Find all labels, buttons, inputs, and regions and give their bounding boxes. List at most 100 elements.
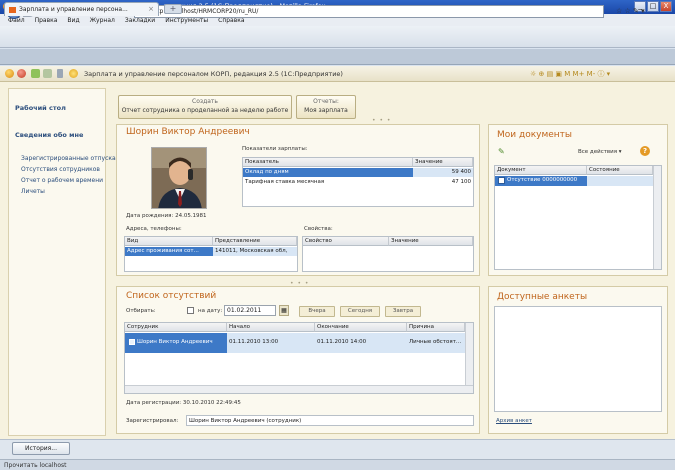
absence-row-reason[interactable]: Личные обстоят... [407,333,465,353]
app-title: Зарплата и управление персоналом КОРП, р… [84,70,343,78]
my-salary-button[interactable]: Моя зарплата [297,107,355,114]
document-row-state[interactable] [587,176,653,186]
navigation-bar [0,26,675,48]
addresses-label: Адреса, телефоны: [126,226,182,232]
salary-col-value[interactable]: Значение [413,158,473,167]
tab-label: Зарплата и управление персона... [19,6,128,13]
properties-table: Свойство Значение [302,236,474,272]
address-row-value[interactable]: 141011, Московская обл, [213,247,297,256]
address-row-kind[interactable]: Адрес проживания сот... [125,247,213,256]
documents-title: Мои документы [497,130,573,140]
menu-view[interactable]: Вид [67,17,79,24]
menu-history[interactable]: Журнал [90,17,115,24]
sidebar-item-vacations[interactable]: Зарегистрированные отпуска [21,155,116,162]
tab-favicon-icon [9,7,16,13]
registered-by-field[interactable]: Шорин Виктор Андреевич (сотрудник) [186,415,474,426]
documents-actions-menu[interactable]: Все действия ▾ [578,149,622,155]
salary-row-value[interactable]: 47 100 [413,178,473,187]
splitter-dots[interactable]: • • • [372,117,391,124]
addresses-table: Вид Представление Адрес проживания сот..… [124,236,298,272]
sidebar-item-payslips[interactable]: Личеты [21,188,45,195]
url-field[interactable]: http://localhost/HRMCORP20/ru_RU/ [134,5,604,18]
address-col-value[interactable]: Представление [213,237,297,246]
row-icon [129,339,135,345]
documents-table: Документ Состояние Отсутствие 0000000000 [494,165,662,270]
app-menu-icon[interactable] [17,69,26,78]
salary-label: Показатели зарплаты: [242,146,308,152]
polls-title: Доступные анкеты [497,292,588,302]
app-right-icons[interactable]: ☼ ⊕ ▤ ▣ M M+ M- ⓘ ▾ [530,69,610,79]
new-tab-button[interactable]: + [164,4,182,14]
reports-group: Отчеты: Моя зарплата [296,95,356,119]
sidebar: Рабочий стол Сведения обо мне Зарегистри… [8,88,116,436]
close-window-button[interactable]: X [660,1,672,12]
absences-hscrollbar[interactable] [125,385,473,393]
birth-date: Дата рождения: 24.05.1981 [126,213,207,219]
polls-list [494,306,662,412]
app-forward-icon[interactable] [43,69,52,78]
tab-bar [0,49,675,65]
absences-table: Сотрудник Начало Окончание Причина Шорин… [124,322,474,394]
app-toolbar: Зарплата и управление персоналом КОРП, р… [0,66,675,82]
salary-row-value[interactable]: 59 400 [413,168,473,177]
documents-col-doc[interactable]: Документ [495,166,587,175]
maximize-button[interactable]: □ [647,1,659,12]
status-text: Прочитать localhost [4,462,67,469]
tomorrow-button[interactable]: Завтра [385,306,421,317]
person-photo-icon [152,148,206,208]
property-col-value[interactable]: Значение [389,237,473,246]
salary-row-name[interactable]: Оклад по дням [243,168,413,177]
today-button[interactable]: Сегодня [340,306,380,317]
tab-close-icon[interactable]: × [148,5,154,13]
salary-col-name[interactable]: Показатель [243,158,413,167]
registered-by-label: Зарегистрировал: [126,418,179,424]
registration-date: Дата регистрации: 30.10.2010 22:49:45 [126,400,241,406]
app-logo-icon [5,69,14,78]
absences-col-start[interactable]: Начало [227,323,315,332]
absences-col-reason[interactable]: Причина [407,323,465,332]
polls-archive-link[interactable]: Архив анкет [496,418,532,424]
address-col-kind[interactable]: Вид [125,237,213,246]
browser-tab[interactable]: Зарплата и управление персона... × [4,2,159,16]
status-bar: Прочитать localhost [0,459,675,470]
salary-table: Показатель Значение Оклад по дням 59 400… [242,157,474,207]
yesterday-button[interactable]: Вчера [299,306,335,317]
documents-col-state[interactable]: Состояние [587,166,653,175]
filter-label: Отбирать: [126,308,156,314]
date-input[interactable]: 01.02.2011 [224,305,276,316]
help-icon[interactable]: ? [640,146,650,156]
weekly-report-button[interactable]: Отчет сотрудника о проделанной за неделю… [119,107,291,114]
create-label: Создать [192,98,218,105]
bottom-bar [0,439,675,459]
sidebar-desktop[interactable]: Рабочий стол [15,104,66,112]
date-filter-checkbox[interactable] [187,307,194,314]
absences-col-employee[interactable]: Сотрудник [125,323,227,332]
sidebar-item-absences[interactable]: Отсутствия сотрудников [21,166,100,173]
property-col-name[interactable]: Свойство [303,237,389,246]
employee-photo [151,147,207,209]
absence-row-start[interactable]: 01.11.2010 13:00 [227,333,315,353]
sidebar-section-about-me[interactable]: Сведения обо мне [15,131,83,139]
absences-title: Список отсутствий [126,291,217,301]
salary-row-name[interactable]: Тарифная ставка месячная [243,178,413,187]
properties-label: Свойства: [304,226,333,232]
date-label: на дату: [198,308,223,314]
calendar-icon[interactable]: ▦ [279,305,289,316]
favorites-star-icon[interactable] [69,69,78,78]
absences-vscrollbar[interactable] [465,323,473,385]
history-button[interactable]: История... [12,442,70,455]
app-back-icon[interactable] [31,69,40,78]
reports-label: Отчеты: [313,98,339,105]
documents-scrollbar[interactable] [653,166,661,269]
employee-name: Шорин Виктор Андреевич [126,127,250,137]
pencil-icon[interactable]: ✎ [498,147,505,156]
create-group: Создать Отчет сотрудника о проделанной з… [118,95,292,119]
absences-col-end[interactable]: Окончание [315,323,407,332]
document-icon [498,177,505,184]
absence-row-employee[interactable]: Шорин Виктор Андреевич [125,333,227,353]
nav-right-icons[interactable]: ☆ ☆ ✎ ▾ [616,7,645,15]
absence-row-end[interactable]: 01.11.2010 14:00 [315,333,407,353]
document-row-doc[interactable]: Отсутствие 0000000000 [495,176,587,186]
sidebar-item-worktime-report[interactable]: Отчет о рабочем времени [21,177,103,184]
menu-edit[interactable]: Правка [35,17,58,24]
